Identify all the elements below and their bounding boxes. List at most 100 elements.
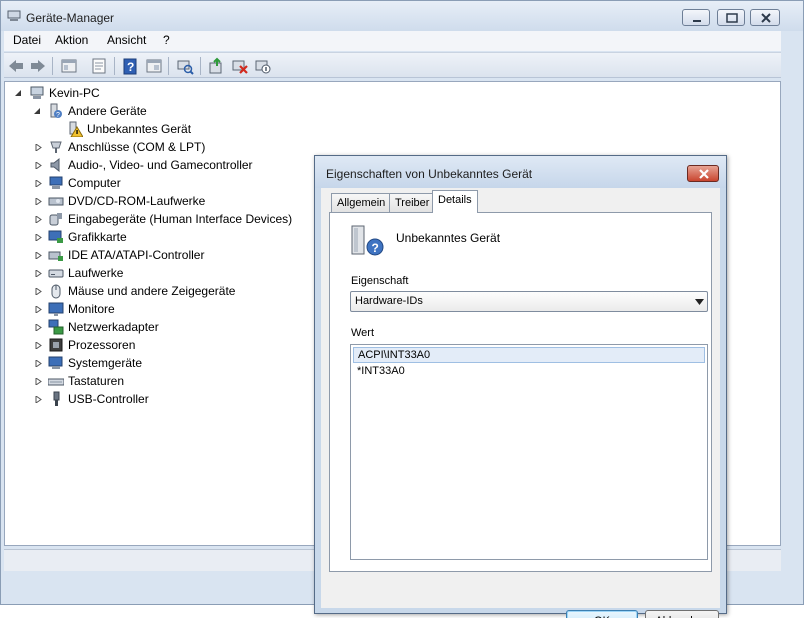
tree-node-root[interactable]: Kevin-PC: [5, 84, 305, 102]
svg-text:?: ?: [56, 112, 60, 119]
unknown-device-icon: ?: [350, 225, 386, 259]
menu-bar: Datei Aktion Ansicht ?: [4, 31, 781, 51]
tree-node-category[interactable]: Tastaturen: [5, 372, 305, 390]
tree-label-category: Systemgeräte: [68, 356, 143, 370]
view-icon[interactable]: [145, 57, 163, 75]
tree-node-category[interactable]: DVD/CD-ROM-Laufwerke: [5, 192, 305, 210]
expand-arrow-icon[interactable]: [35, 306, 42, 313]
expand-arrow-icon[interactable]: [35, 162, 42, 169]
details-panel: ? Unbekanntes Gerät Eigenschaft Hardware…: [329, 212, 712, 572]
expand-arrow-icon[interactable]: [35, 234, 42, 241]
device-manager-icon: [7, 10, 21, 22]
toolbar-separator: [52, 57, 53, 75]
tree-node-category[interactable]: Prozessoren: [5, 336, 305, 354]
tree-node-category[interactable]: USB-Controller: [5, 390, 305, 408]
keyboard-icon: [47, 373, 65, 389]
toolbar-separator: [200, 57, 201, 75]
tree-label-category: Anschlüsse (COM & LPT): [68, 140, 206, 154]
minimize-button[interactable]: [682, 9, 710, 26]
expand-arrow-icon[interactable]: [35, 396, 42, 403]
tree-node-category[interactable]: Mäuse und andere Zeigegeräte: [5, 282, 305, 300]
close-button[interactable]: [750, 9, 780, 26]
tree-label-category: Audio-, Video- und Gamecontroller: [68, 158, 253, 172]
expand-arrow-icon[interactable]: [35, 288, 42, 295]
show-hide-tree-icon[interactable]: [60, 57, 78, 75]
expand-arrow-icon[interactable]: [35, 180, 42, 187]
expand-arrow-icon[interactable]: [35, 198, 42, 205]
property-label: Eigenschaft: [351, 275, 409, 287]
window-title: Geräte-Manager: [26, 11, 115, 25]
expand-arrow-icon[interactable]: [35, 324, 42, 331]
menu-ansicht[interactable]: Ansicht: [107, 33, 146, 47]
help-icon[interactable]: ?: [121, 57, 139, 75]
expand-arrow-icon[interactable]: [35, 216, 42, 223]
tree-label-root: Kevin-PC: [49, 86, 100, 100]
expand-arrow-icon[interactable]: [35, 378, 42, 385]
tree-label-category: Monitore: [68, 302, 115, 316]
tree-node-category[interactable]: Systemgeräte: [5, 354, 305, 372]
list-item[interactable]: ACPI\INT33A0: [353, 347, 705, 363]
uninstall-device-icon[interactable]: [231, 57, 249, 75]
title-bar[interactable]: Geräte-Manager: [1, 1, 803, 31]
maximize-button[interactable]: [717, 9, 745, 26]
tree-node-category[interactable]: Laufwerke: [5, 264, 305, 282]
expand-arrow-icon[interactable]: [35, 360, 42, 367]
tab-allgemein[interactable]: Allgemein: [331, 193, 392, 212]
update-driver-icon[interactable]: [207, 57, 225, 75]
input-device-icon: [48, 211, 64, 227]
tree-node-category[interactable]: Audio-, Video- und Gamecontroller: [5, 156, 305, 174]
usb-icon: [48, 391, 64, 407]
computer-icon: [29, 85, 45, 101]
dialog-body: Allgemein Treiber Details ? Unbekanntes …: [321, 188, 720, 618]
tree-label-category: USB-Controller: [68, 392, 149, 406]
menu-aktion[interactable]: Aktion: [55, 33, 88, 47]
tree-node-category[interactable]: IDE ATA/ATAPI-Controller: [5, 246, 305, 264]
property-select[interactable]: Hardware-IDs: [350, 291, 708, 312]
tab-details[interactable]: Details: [432, 190, 478, 213]
expand-arrow-icon[interactable]: [35, 342, 42, 349]
list-item[interactable]: *INT33A0: [353, 364, 705, 380]
expand-arrow-icon[interactable]: [35, 270, 42, 277]
cancel-button[interactable]: Abbrechen: [645, 610, 719, 618]
property-select-value: Hardware-IDs: [355, 295, 423, 307]
tree-node-category[interactable]: Eingabegeräte (Human Interface Devices): [5, 210, 305, 228]
ide-controller-icon: [48, 247, 64, 263]
collapse-arrow-icon[interactable]: [15, 90, 22, 97]
toolbar-separator: [114, 57, 115, 75]
display-adapter-icon: [48, 229, 64, 245]
monitor-icon: [48, 301, 64, 317]
tree-node-other-devices[interactable]: ? Andere Geräte: [5, 102, 305, 120]
dialog-close-button[interactable]: [687, 165, 719, 182]
mouse-icon: [48, 283, 64, 299]
collapse-arrow-icon[interactable]: [34, 108, 41, 115]
ok-button[interactable]: OK: [566, 610, 638, 618]
tree-node-unknown-device[interactable]: Unbekanntes Gerät: [5, 120, 305, 138]
port-icon: [48, 139, 64, 155]
tree-label-category: Eingabegeräte (Human Interface Devices): [68, 212, 293, 226]
dialog-title: Eigenschaften von Unbekanntes Gerät: [326, 167, 533, 181]
back-icon[interactable]: [7, 57, 25, 75]
tree-node-category[interactable]: Netzwerkadapter: [5, 318, 305, 336]
tree-node-category[interactable]: Monitore: [5, 300, 305, 318]
system-device-icon: [48, 355, 64, 371]
expand-arrow-icon[interactable]: [35, 252, 42, 259]
disable-device-icon[interactable]: [254, 57, 272, 75]
expand-arrow-icon[interactable]: [35, 144, 42, 151]
tree-node-category[interactable]: Anschlüsse (COM & LPT): [5, 138, 305, 156]
processor-icon: [48, 337, 64, 353]
menu-help[interactable]: ?: [163, 33, 170, 47]
tree-node-category[interactable]: Computer: [5, 174, 305, 192]
scan-hardware-icon[interactable]: [176, 57, 194, 75]
properties-icon[interactable]: [90, 57, 108, 75]
svg-text:?: ?: [127, 60, 134, 74]
tree-node-category[interactable]: Grafikkarte: [5, 228, 305, 246]
device-name: Unbekanntes Gerät: [396, 231, 501, 245]
tab-treiber[interactable]: Treiber: [389, 193, 436, 212]
close-icon: [699, 169, 709, 179]
dialog-title-bar[interactable]: Eigenschaften von Unbekanntes Gerät: [315, 156, 726, 188]
value-list[interactable]: ACPI\INT33A0 *INT33A0: [350, 344, 708, 560]
menu-datei[interactable]: Datei: [13, 33, 41, 47]
toolbar: ?: [4, 52, 781, 78]
forward-icon[interactable]: [29, 57, 47, 75]
unknown-device-category-icon: ?: [47, 103, 63, 119]
